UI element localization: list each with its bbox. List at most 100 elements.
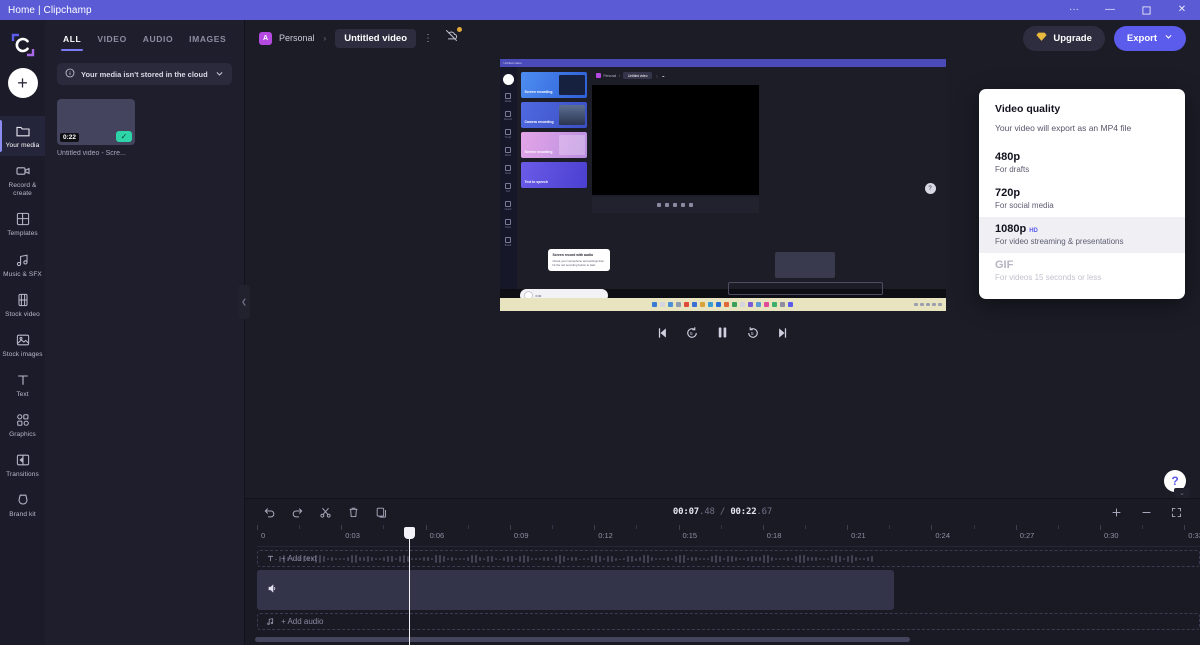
diamond-icon [1036,31,1047,45]
playhead-handle[interactable] [404,527,415,539]
collapse-panel-handle[interactable]: ❮ [238,285,250,319]
sidebar-item-your-media[interactable]: Your media [0,116,45,156]
tab-video[interactable]: VIDEO [97,34,126,51]
skip-to-start-button[interactable] [655,326,669,340]
more-options-button[interactable]: ··· [1056,0,1092,20]
collapse-timeline-button[interactable]: ⌄ [1174,488,1190,498]
transitions-icon [15,452,31,468]
sidebar-item-graphics[interactable]: Graphics [0,405,45,445]
sidebar-label: Graphics [9,431,36,439]
duplicate-button[interactable] [367,501,395,523]
sidebar-label: Stock video [5,311,40,319]
quality-option-720p[interactable]: 720p For social media [979,181,1185,217]
timeline-zoom-controls [1102,501,1190,523]
ruler-tick-label: 0:03 [345,531,360,540]
skip-to-end-button[interactable] [776,326,790,340]
sidebar-label: Templates [7,230,38,238]
sidebar-item-stock-images[interactable]: Stock images [0,325,45,365]
cloud-off-icon[interactable] [444,28,459,48]
templates-icon [15,211,31,227]
media-thumbnail[interactable]: 0:22 ✓ [57,99,135,145]
ruler-tick-mark [341,525,342,530]
timeline-playhead[interactable] [409,528,410,645]
playback-controls: 5 5 [655,325,790,340]
tab-audio[interactable]: AUDIO [143,34,173,51]
upgrade-label: Upgrade [1053,33,1092,44]
zoom-out-button[interactable] [1132,501,1160,523]
sidebar-item-text[interactable]: Text [0,365,45,405]
project-title-field[interactable]: Untitled video [335,29,416,48]
sidebar-item-record-create[interactable]: Record & create [0,156,45,204]
add-audio-track[interactable]: + Add audio [257,613,1200,630]
maximize-button[interactable] [1128,0,1164,20]
ruler-tick-mark [974,525,975,529]
undo-button[interactable] [255,501,283,523]
quality-option-480p[interactable]: 480p For drafts [979,145,1185,181]
breadcrumb-workspace[interactable]: Personal [279,33,315,43]
split-button[interactable] [311,501,339,523]
preview-card: Screen recording [521,132,587,158]
quality-desc: For videos 15 seconds or less [995,273,1169,282]
rewind-button[interactable]: 5 [685,326,699,340]
tab-all[interactable]: ALL [63,34,81,51]
upgrade-button[interactable]: Upgrade [1023,26,1105,51]
forward-button[interactable]: 5 [746,326,760,340]
ruler-tick-mark [1016,525,1017,530]
timecode-divider: / [715,507,731,517]
ruler-tick-label: 0 [261,531,265,540]
tab-images[interactable]: IMAGES [189,34,226,51]
ruler-tick-label: 0:15 [683,531,698,540]
chevron-down-icon[interactable] [215,65,224,83]
quality-option-gif[interactable]: GIF For videos 15 seconds or less [979,253,1185,289]
quality-option-1080p[interactable]: 1080pHD For video streaming & presentati… [979,217,1185,253]
export-menu-title: Video quality [979,103,1185,115]
quality-label: 720p [995,187,1020,199]
zoom-in-button[interactable] [1102,501,1130,523]
close-button[interactable]: ✕ [1164,0,1200,20]
sidebar-item-templates[interactable]: Templates [0,204,45,244]
media-duration: 0:22 [60,133,79,142]
speaker-icon[interactable] [267,581,278,599]
window-titlebar: Home | Clipchamp ··· — ✕ [0,0,1200,20]
graphics-icon [15,412,31,428]
sidebar-item-music-sfx[interactable]: Music & SFX [0,245,45,285]
folder-icon [15,123,31,139]
breadcrumb-separator: › [324,34,327,43]
minimize-button[interactable]: — [1092,0,1128,20]
media-panel: ALL VIDEO AUDIO IMAGES Your media isn't … [45,20,245,645]
record-icon [15,163,31,179]
pause-button[interactable] [715,325,730,340]
timeline-scrollbar-thumb[interactable] [255,637,910,642]
ruler-tick-label: 0:18 [767,531,782,540]
preview-inner-body: Media Record Templ Music Stock Text Grap… [500,67,946,289]
redo-button[interactable] [283,501,311,523]
svg-text:5: 5 [690,331,693,336]
sidebar-item-transitions[interactable]: Transitions [0,445,45,485]
video-preview[interactable]: Untitled video Media Record Templ Music … [500,59,946,311]
ruler-tick-label: 0:33 [1188,531,1200,540]
cloud-storage-notice[interactable]: Your media isn't stored in the cloud [57,63,232,85]
workspace-avatar[interactable]: A [259,32,272,45]
timeline-scrollbar[interactable] [245,633,1200,645]
project-menu-button[interactable]: ⋮ [420,29,436,47]
fit-timeline-button[interactable] [1162,501,1190,523]
window-title: Home | Clipchamp [0,5,92,16]
add-media-button[interactable]: + [8,68,38,98]
preview-inner-title: Untitled video [500,59,946,67]
delete-button[interactable] [339,501,367,523]
export-button[interactable]: Export [1114,26,1186,51]
sidebar-label: Transitions [6,471,39,479]
timecode-display: 00:07.48 / 00:22.67 [673,507,772,517]
video-clip[interactable] [257,570,894,610]
total-frames: .67 [756,507,772,517]
ruler-tick-mark [847,525,848,530]
preview-card-label: Text to speech [521,180,549,188]
timeline-ruler[interactable]: 00:030:060:090:120:150:180:210:240:270:3… [257,525,1200,547]
preview-card-label: Screen recording [521,150,553,158]
ruler-tick-label: 0:21 [851,531,866,540]
sidebar-item-stock-video[interactable]: Stock video [0,285,45,325]
ruler-tick-mark [1058,525,1059,529]
sidebar-item-brand-kit[interactable]: Brand kit [0,485,45,525]
media-item[interactable]: 0:22 ✓ Untitled video - Scre... [57,99,135,157]
preview-inner-rail: Media Record Templ Music Stock Text Grap… [500,67,517,289]
